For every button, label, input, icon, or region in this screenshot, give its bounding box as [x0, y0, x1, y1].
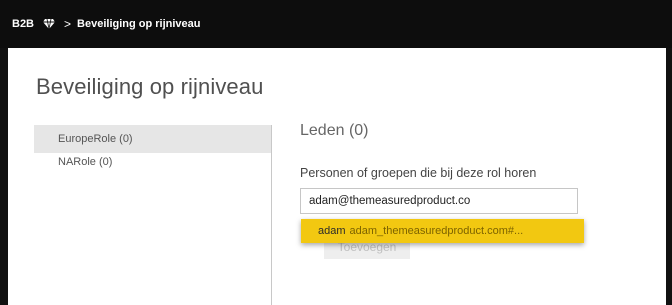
member-search-input[interactable] — [300, 188, 578, 214]
members-title: Leden (0) — [300, 122, 369, 139]
role-list: EuropeRole (0) NARole (0) — [34, 125, 272, 305]
workspace-name[interactable]: B2B — [12, 18, 34, 30]
role-item-europerole[interactable]: EuropeRole (0) — [34, 125, 271, 153]
members-panel: Leden (0) Personen of groepen die bij de… — [300, 122, 660, 259]
window-frame-left — [0, 48, 8, 305]
diamond-icon — [42, 17, 56, 31]
dialog-title: Beveiliging op rijniveau — [36, 74, 264, 99]
member-suggestion[interactable]: adam adam_themeasuredproduct.com#... — [301, 219, 584, 243]
role-item-narole[interactable]: NARole (0) — [34, 153, 271, 177]
members-help-label: Personen of groepen die bij deze rol hor… — [300, 166, 537, 180]
breadcrumb-current: Beveiliging op rijniveau — [77, 18, 201, 30]
chevron-right-icon: > — [64, 17, 72, 31]
window-frame-right — [666, 48, 672, 305]
top-bar: B2B > Beveiliging op rijniveau — [0, 0, 672, 48]
suggestion-email: adam_themeasuredproduct.com#... — [349, 225, 524, 237]
rls-dialog: Beveiliging op rijniveau EuropeRole (0) … — [8, 48, 666, 305]
suggestion-name: adam — [318, 225, 346, 237]
